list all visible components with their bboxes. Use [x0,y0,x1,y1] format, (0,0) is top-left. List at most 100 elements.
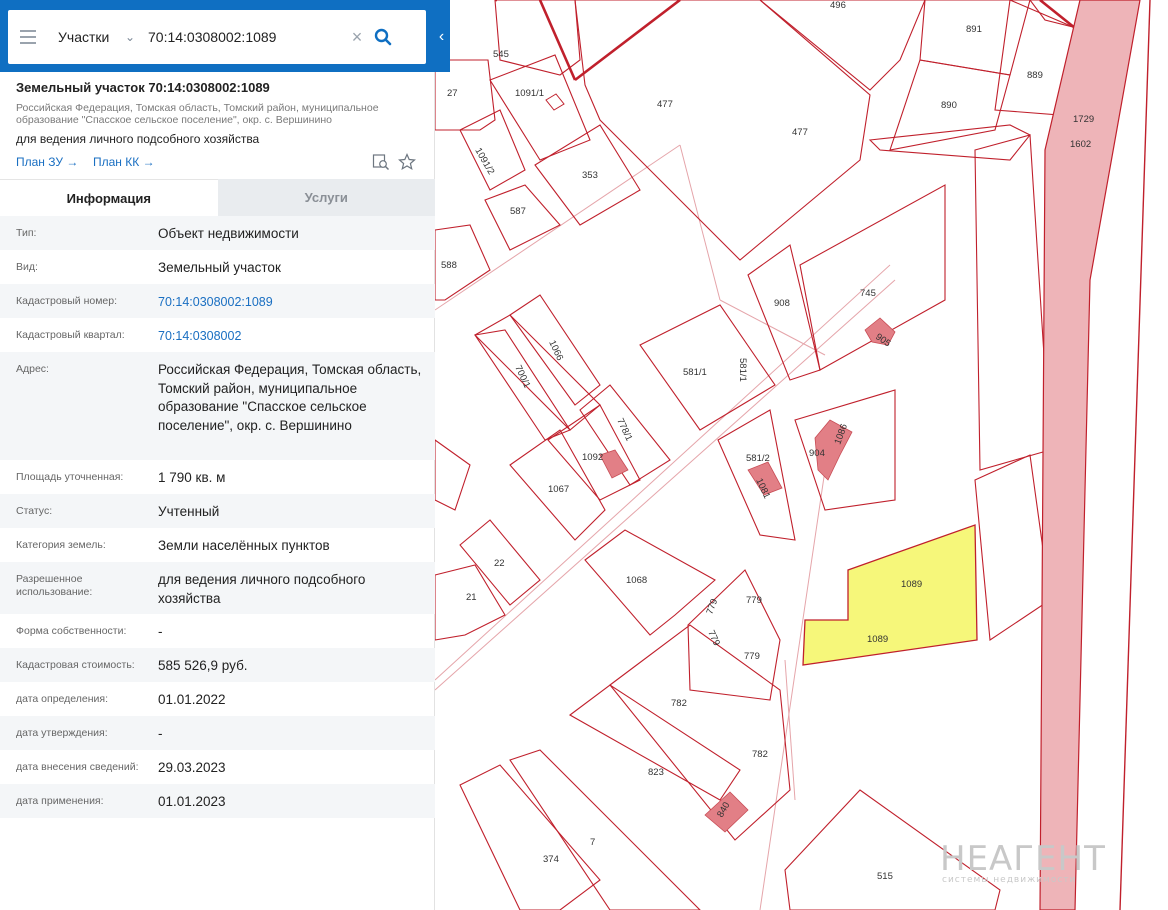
info-value: - [158,624,163,639]
info-row: Площадь уточненная: 1 790 кв. м [0,460,435,494]
object-purpose: для ведения личного подсобного хозяйства [16,132,260,146]
panel-tabs: Информация Услуги [0,179,435,216]
plot-label: 477 [792,127,808,138]
info-value: Земельный участок [158,260,281,275]
plot-label: 27 [447,88,458,99]
info-label: дата определения: [16,693,109,705]
tab-services[interactable]: Услуги [217,179,435,216]
plot-label: 1066 [546,339,565,363]
plot-label: 477 [657,99,673,110]
object-title: Земельный участок 70:14:0308002:1089 [16,80,270,95]
plan-kk-link[interactable]: План КК → [93,155,155,169]
search-bar: Участки ⌄ × ‹ [0,0,450,72]
info-value: Земли населённых пунктов [158,538,330,553]
info-row: Вид: Земельный участок [0,250,435,284]
info-label: Вид: [16,261,38,273]
plot-label: 891 [966,24,982,35]
plot-label: 374 [543,854,559,865]
plot-label: 745 [860,288,876,299]
plot-label: 1068 [626,575,647,586]
info-row: дата применения: 01.01.2023 [0,784,435,818]
info-label: Кадастровый номер: [16,295,118,307]
info-table: Тип: Объект недвижимости Вид: Земельный уч… [0,216,435,818]
info-value: 29.03.2023 [158,760,226,775]
info-label: Площадь уточненная: [16,471,124,483]
info-value: 01.01.2022 [158,692,226,707]
plot-label: 1067 [548,484,569,495]
info-label: Форма собственности: [16,625,127,637]
info-label: Кадастровая стоимость: [16,659,135,671]
search-icon[interactable] [368,22,398,52]
info-row: Кадастровая стоимость: 585 526,9 руб. [0,648,435,682]
info-label: Категория земель: [16,539,106,551]
plot-label: 779 [704,597,720,616]
info-row: Тип: Объект недвижимости [0,216,435,250]
cadastral-quarter-link[interactable]: 70:14:0308002 [158,318,435,352]
plot-label: 1089 [867,634,888,645]
plot-label: 889 [1027,70,1043,81]
info-value: 585 526,9 руб. [158,658,248,673]
plot-label: 1602 [1070,139,1091,150]
menu-icon[interactable] [8,30,48,44]
info-row: дата определения: 01.01.2022 [0,682,435,716]
plot-label: 890 [941,100,957,111]
info-value: 1 790 кв. м [158,470,226,485]
plot-label: 496 [830,0,846,11]
tab-info[interactable]: Информация [0,179,218,216]
plot-label: 581/1 [683,367,707,378]
object-address: Российская Федерация, Томская область, Т… [16,102,379,126]
plot-label: 581/2 [746,453,770,464]
info-label: дата применения: [16,795,104,807]
plot-label: 545 [493,49,509,60]
plot-label: 588 [441,260,457,271]
plot-label: 22 [494,558,505,569]
map-search-icon[interactable] [372,153,390,171]
search-box: Участки ⌄ × [8,10,426,64]
plot-label: 1092 [582,452,603,463]
plot-label: 782 [752,749,768,760]
plot-label: 823 [648,767,664,778]
search-type-select[interactable]: Участки [58,29,120,45]
info-row: Кадастровый квартал: 70:14:0308002 [0,318,435,352]
info-label: Кадастровый квартал: [16,329,125,341]
watermark-brand: НЕАГЕНТ [940,839,1106,879]
info-label: Тип: [16,227,37,239]
plot-label: 1729 [1073,114,1094,125]
plot-label: 353 [582,170,598,181]
search-input[interactable] [148,29,344,45]
plot-label: 779 [705,629,722,648]
collapse-panel-button[interactable]: ‹ [433,18,450,56]
info-row: дата внесения сведений: 29.03.2023 [0,750,435,784]
info-label: Разрешенное использование: [16,573,93,598]
info-label: дата внесения сведений: [16,761,139,773]
object-header: Земельный участок 70:14:0308002:1089 Рос… [0,72,435,171]
info-row: Форма собственности: - [0,614,435,648]
plan-zu-link[interactable]: План ЗУ → [16,155,78,169]
chevron-down-icon[interactable]: ⌄ [120,30,140,44]
plot-label: 1091/1 [515,88,544,99]
info-value: - [158,726,163,741]
info-row: Категория земель: Земли населённых пункто… [0,528,435,562]
info-row: дата утверждения: - [0,716,435,750]
plot-label: 581/1 [737,358,748,382]
info-row: Адрес: Российская Федерация, Томская обла… [0,352,435,460]
plot-label: 515 [877,871,893,882]
plot-label: 779 [746,595,762,606]
cadastral-number-link[interactable]: 70:14:0308002:1089 [158,284,435,318]
info-row: Статус: Учтенный [0,494,435,528]
plan-links: План ЗУ → План КК → [16,153,435,171]
plot-label: 782 [671,698,687,709]
selected-plot-1089[interactable] [802,524,978,666]
info-value: 01.01.2023 [158,794,226,809]
plot-label: 779 [744,651,760,662]
info-row: Кадастровый номер: 70:14:0308002:1089 [0,284,435,318]
watermark-tagline: системы недвижимости [942,875,1076,885]
info-row: Разрешенное использование: для ведения ли… [0,562,435,614]
info-label: дата утверждения: [16,727,108,739]
info-value: Российская Федерация, Томская область, Т… [158,362,422,433]
close-icon[interactable]: × [346,27,368,48]
plot-label: 904 [809,448,825,459]
star-icon[interactable] [398,153,416,171]
info-panel: Участки ⌄ × ‹ Земельный участок 70:14:03… [0,0,450,910]
plot-label: 1089 [901,579,922,590]
